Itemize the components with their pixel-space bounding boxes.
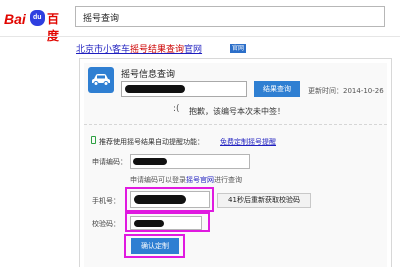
query-result-button[interactable]: 结果查询	[254, 81, 300, 97]
result-message: 抱歉，该编号本次未中签！	[189, 107, 285, 116]
logo-latin: Bai	[4, 11, 26, 27]
baidu-paw-icon: du	[30, 10, 45, 26]
apply-code-input[interactable]	[130, 154, 250, 169]
section-divider	[84, 124, 387, 125]
result-title-keyword: 摇号结果查询	[130, 45, 185, 55]
result-title-part1: 北京市小客车	[76, 45, 131, 55]
redacted-apply-code	[133, 158, 167, 165]
header-divider	[0, 36, 400, 37]
update-time: 更新时间：2014-10-26	[308, 87, 384, 95]
reminder-subscribe-link[interactable]: 免费定制摇号提醒	[220, 137, 276, 147]
resend-captcha-button[interactable]: 41秒后重新获取校验码	[217, 193, 311, 208]
highlight-captcha	[125, 212, 210, 232]
car-icon	[88, 67, 114, 93]
search-input[interactable]: 摇号查询	[75, 6, 385, 27]
sad-face-icon: :(	[173, 104, 180, 114]
highlight-phone	[125, 187, 214, 212]
promo-text: 推荐使用摇号结果自动提醒功能：	[99, 138, 204, 146]
note-prefix: 申请编码可以登录	[130, 176, 186, 184]
highlight-confirm	[124, 234, 185, 258]
note-suffix: 进行查询	[214, 176, 242, 184]
card-title: 摇号信息查询	[121, 70, 176, 80]
official-badge: 官网	[230, 44, 247, 53]
apply-code-query-input[interactable]	[121, 81, 247, 97]
logo-chinese: 百度	[47, 12, 60, 43]
redacted-code	[125, 85, 185, 93]
logo-paw-text: du	[33, 14, 42, 21]
result-title-part2: 官网	[184, 45, 203, 55]
official-site-link[interactable]: 摇号官网	[186, 176, 214, 184]
search-query-text: 摇号查询	[83, 14, 120, 24]
baidu-logo[interactable]: Bai du 百度	[4, 9, 68, 43]
phone-icon	[91, 136, 96, 144]
apply-code-note: 申请编码可以登录摇号官网进行查询	[130, 175, 242, 185]
apply-code-label: 申请编码：	[92, 158, 127, 166]
result-title-link[interactable]: 北京市小客车摇号结果查询官网	[76, 42, 202, 55]
captcha-label: 校验码：	[92, 220, 120, 228]
phone-label: 手机号：	[92, 197, 120, 205]
